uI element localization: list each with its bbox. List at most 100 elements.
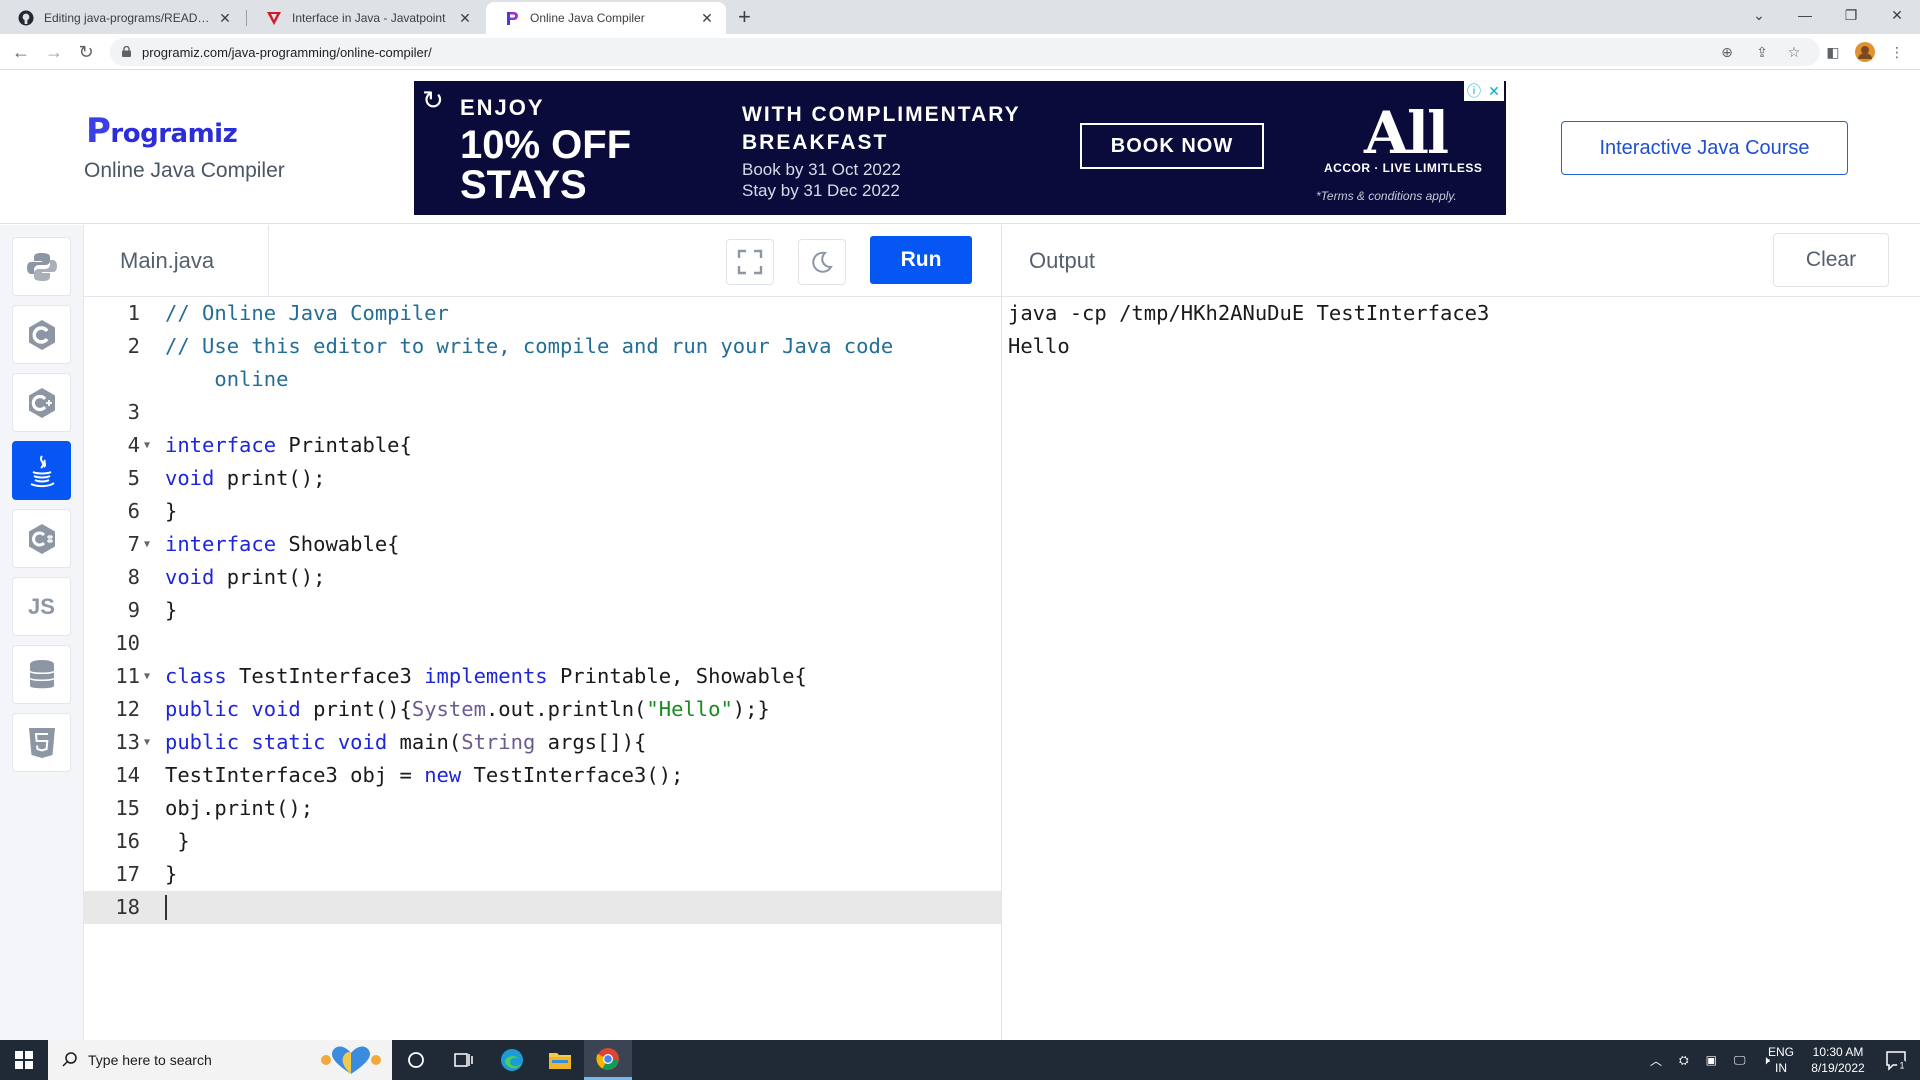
run-button[interactable]: Run [870,236,972,284]
windows-taskbar: Type here to search ︿ ⛭ ▣ 🖵 🕨 ENG IN 10:3… [0,1040,1920,1080]
share-icon[interactable]: ⇪ [1752,42,1772,62]
ad-headline: WITH COMPLIMENTARY BREAKFAST [742,103,1021,154]
chrome-icon[interactable] [584,1040,632,1080]
code-line: 2// Use this editor to write, compile an… [127,334,894,358]
code-line: 12 public void print(){System.out.println… [115,697,770,721]
tray-overflow-icon[interactable]: ︿ [1650,1052,1662,1069]
csharp-icon[interactable] [12,509,71,568]
minimize-icon[interactable]: — [1782,0,1828,30]
javatpoint-icon [267,12,281,25]
interactive-course-button[interactable]: Interactive Java Course [1561,121,1848,175]
zoom-icon[interactable]: ⊕ [1717,42,1737,62]
tray-app-icon[interactable]: ▣ [1706,1053,1717,1067]
ad-controls: ⓘ ✕ [1464,81,1504,101]
ad-terms: *Terms & conditions apply. [1316,189,1457,203]
code-line-wrap: online [165,367,289,391]
lock-icon [122,46,131,57]
restore-icon[interactable]: ❐ [1828,0,1874,30]
code-line: 13 ▼ public static void main(String args[]… [84,726,1002,759]
editor-toolbar: Main.java Run [84,225,1002,297]
ad-info-icon[interactable]: ⓘ [1464,81,1484,101]
code-line: 3 [127,400,140,424]
advertisement-banner[interactable]: ↻ ENJOY 10% OFF STAYS WITH COMPLIMENTARY B… [414,81,1506,215]
fold-arrow-icon: ▼ [144,737,151,748]
github-icon [18,10,34,26]
code-line: 5 void print(); [127,466,326,490]
ad-tagline: ACCOR · LIVE LIMITLESS [1324,161,1483,175]
dark-mode-icon[interactable] [798,239,846,285]
network-icon[interactable]: 🖵 [1734,1053,1746,1068]
notification-center-icon[interactable]: 1 [1872,1040,1920,1080]
windows-start-icon[interactable] [0,1040,48,1080]
close-tab-icon[interactable]: ✕ [698,10,716,27]
close-window-icon[interactable]: ✕ [1874,0,1920,30]
back-icon[interactable]: ← [9,40,33,64]
code-line: 17} [115,862,178,886]
address-bar-row: ← → ↻ programiz.com/java-programming/onl… [0,34,1920,70]
tab-title: Editing java-programs/README.md [44,11,216,25]
java-icon[interactable] [12,441,71,500]
new-tab-icon[interactable]: + [738,4,751,30]
python-icon[interactable] [12,237,71,296]
file-explorer-icon[interactable] [536,1040,584,1080]
code-line: 4 ▼ interface Printable{ [84,429,1002,462]
bookmark-star-icon[interactable]: ☆ [1784,42,1804,62]
code-editor[interactable]: 1// Online Java Compiler 2// Use this ed… [84,297,1002,1040]
url-field[interactable]: programiz.com/java-programming/online-co… [110,38,1820,66]
refresh-icon: ↻ [422,85,444,115]
ad-dates: Book by 31 Oct 2022 Stay by 31 Dec 2022 [742,160,901,200]
edge-icon[interactable] [488,1040,536,1080]
taskbar-search-input[interactable]: Type here to search [48,1040,392,1080]
reload-icon[interactable]: ↻ [74,40,98,64]
cpp-icon[interactable] [12,373,71,432]
output-line: java -cp /tmp/HKh2ANuDuE TestInterface3 [1008,301,1490,325]
fold-arrow-icon: ▼ [144,671,151,682]
language-sidebar: JS [0,225,84,1040]
code-line: 15 obj.print(); [115,796,314,820]
close-tab-icon[interactable]: ✕ [216,10,234,27]
output-line: Hello [1008,334,1070,358]
browser-tab[interactable]: Interface in Java - Javatpoint ✕ [248,2,484,34]
system-tray: ︿ ⛭ ▣ 🖵 🕨 [1650,1040,1770,1080]
tray-app-icon[interactable]: ⛭ [1679,1053,1689,1068]
browser-tab[interactable]: Editing java-programs/README.md ✕ [0,2,244,34]
tab-title: Online Java Compiler [530,11,645,25]
output-title: Output [1029,248,1096,273]
search-icon [62,1052,77,1067]
file-tab-main-java[interactable]: Main.java [84,225,269,297]
close-tab-icon[interactable]: ✕ [456,10,474,27]
ad-enjoy: ENJOY [460,95,545,120]
book-now-button[interactable]: BOOK NOW [1080,123,1264,169]
browser-tab-active[interactable]: Online Java Compiler ✕ [486,2,726,34]
fold-arrow-icon: ▼ [144,440,151,451]
tab-search-icon[interactable]: ⌄ [1736,0,1782,30]
browser-menu-icon[interactable]: ⋮ [1887,42,1907,62]
taskbar-clock[interactable]: 10:30 AM 8/19/2022 [1800,1044,1876,1076]
url-text: programiz.com/java-programming/online-co… [142,44,432,60]
code-line: 6} [127,499,178,523]
ad-close-icon[interactable]: ✕ [1484,81,1504,101]
search-placeholder: Type here to search [88,1052,212,1068]
c-icon[interactable] [12,305,71,364]
profile-avatar[interactable] [1855,42,1875,62]
code-line: 10 [115,631,140,655]
svg-text:1: 1 [1899,1061,1904,1071]
forward-icon[interactable]: → [42,40,66,64]
page-subtitle: Online Java Compiler [84,159,285,182]
fullscreen-icon[interactable] [726,239,774,285]
code-line: 8 void print(); [127,565,326,589]
sql-icon[interactable] [12,645,71,704]
side-panel-icon[interactable]: ◧ [1823,42,1843,62]
programiz-logo[interactable]: Programiz [86,111,238,151]
ad-discount: 10% OFF STAYS [460,123,632,207]
cortana-icon[interactable] [392,1040,440,1080]
output-toolbar: Output Clear [1002,225,1920,297]
clear-button[interactable]: Clear [1773,233,1889,287]
code-line-current: 18 [84,891,1002,924]
javascript-icon[interactable]: JS [12,577,71,636]
html5-icon[interactable] [12,713,71,772]
ad-brand-logo: All [1364,99,1449,167]
task-view-icon[interactable] [440,1040,488,1080]
programiz-icon [507,12,518,25]
input-language-indicator[interactable]: ENG IN [1768,1044,1794,1076]
